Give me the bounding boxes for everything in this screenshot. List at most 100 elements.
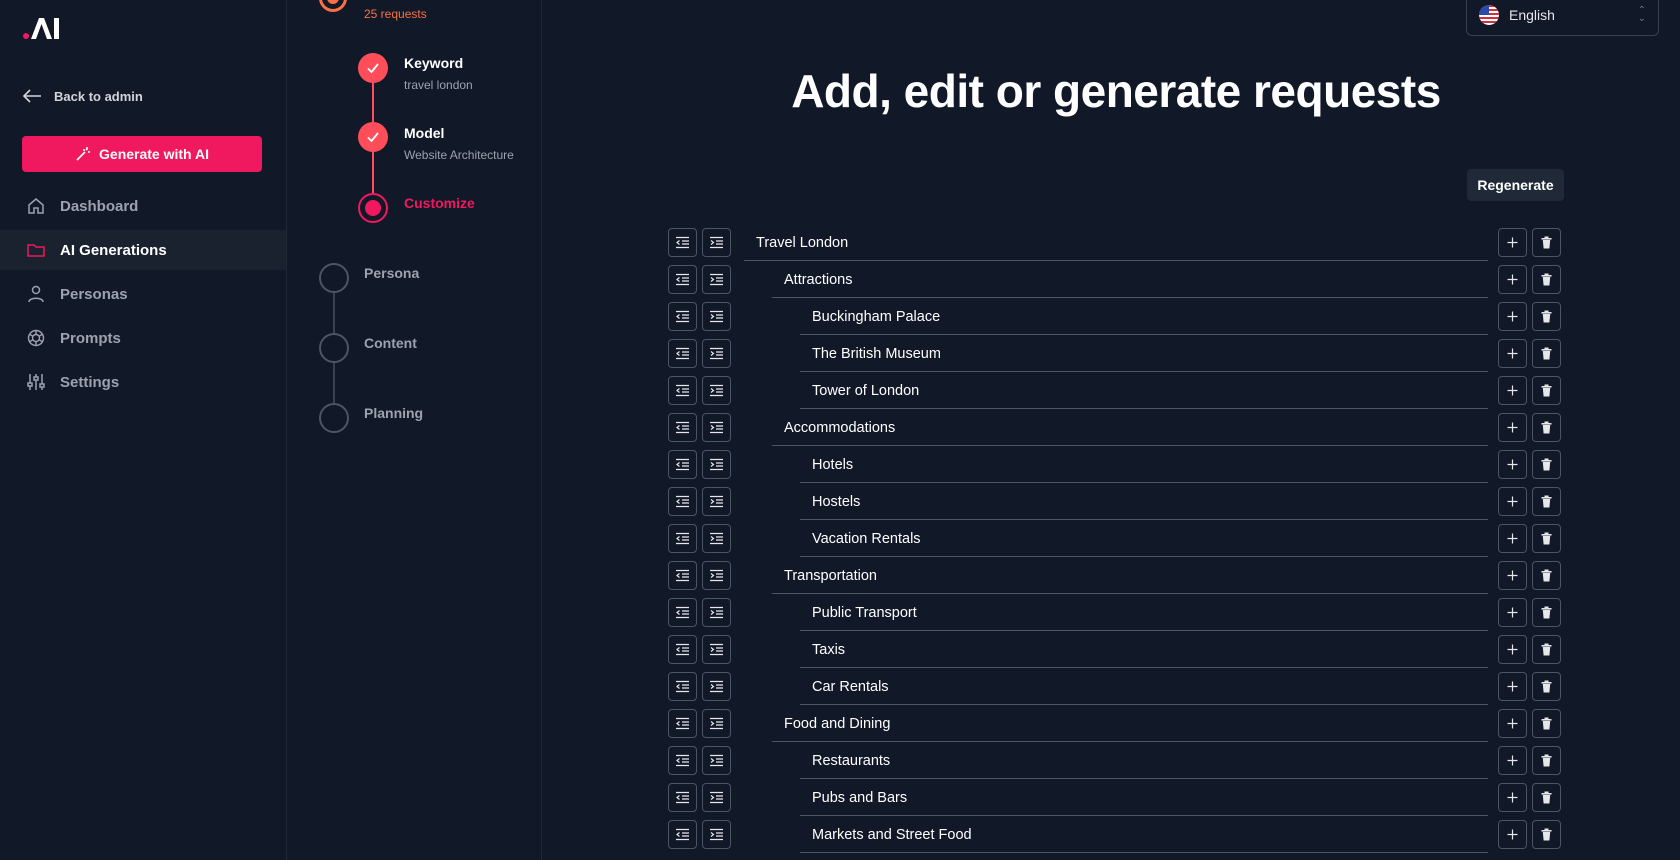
sidebar-item-settings[interactable]: Settings [0, 362, 286, 402]
indent-button[interactable] [702, 561, 731, 590]
indent-button[interactable] [702, 635, 731, 664]
add-child-button[interactable] [1498, 672, 1527, 701]
delete-button[interactable] [1532, 487, 1561, 516]
indent-icon [709, 642, 724, 657]
tree-item-label[interactable]: Attractions [772, 266, 1488, 298]
add-child-button[interactable] [1498, 450, 1527, 479]
delete-button[interactable] [1532, 339, 1561, 368]
add-child-button[interactable] [1498, 598, 1527, 627]
tree-item-label[interactable]: Taxis [800, 636, 1488, 668]
regenerate-button[interactable]: Regenerate [1467, 169, 1564, 201]
outdent-button[interactable] [668, 820, 697, 849]
delete-button[interactable] [1532, 265, 1561, 294]
tree-item-label[interactable]: Markets and Street Food [800, 821, 1488, 853]
indent-button[interactable] [702, 709, 731, 738]
delete-button[interactable] [1532, 376, 1561, 405]
indent-button[interactable] [702, 487, 731, 516]
tree-item-label[interactable]: Public Transport [800, 599, 1488, 631]
indent-button[interactable] [702, 265, 731, 294]
folder-icon [27, 244, 45, 257]
outdent-button[interactable] [668, 783, 697, 812]
indent-button[interactable] [702, 820, 731, 849]
indent-button[interactable] [702, 376, 731, 405]
tree-item-label[interactable]: Tower of London [800, 377, 1488, 409]
tree-item-label[interactable]: Hostels [800, 488, 1488, 520]
outdent-button[interactable] [668, 376, 697, 405]
indent-button[interactable] [702, 524, 731, 553]
delete-button[interactable] [1532, 672, 1561, 701]
indent-button[interactable] [702, 302, 731, 331]
tree-item-label[interactable]: Hotels [800, 451, 1488, 483]
generate-with-ai-button[interactable]: Generate with AI [22, 136, 262, 172]
back-to-admin-link[interactable]: Back to admin [22, 88, 143, 104]
indent-button[interactable] [702, 746, 731, 775]
delete-button[interactable] [1532, 302, 1561, 331]
tree-row: Hostels [668, 487, 1568, 524]
outdent-button[interactable] [668, 265, 697, 294]
delete-button[interactable] [1532, 709, 1561, 738]
outdent-button[interactable] [668, 524, 697, 553]
sidebar-item-personas[interactable]: Personas [0, 274, 286, 314]
tree-item-label[interactable]: Food and Dining [772, 710, 1488, 742]
add-child-button[interactable] [1498, 302, 1527, 331]
add-child-button[interactable] [1498, 561, 1527, 590]
sidebar-item-dashboard[interactable]: Dashboard [0, 186, 286, 226]
delete-button[interactable] [1532, 598, 1561, 627]
sidebar-item-ai-generations[interactable]: AI Generations [0, 230, 286, 270]
delete-button[interactable] [1532, 450, 1561, 479]
outdent-button[interactable] [668, 339, 697, 368]
add-child-button[interactable] [1498, 783, 1527, 812]
indent-button[interactable] [702, 598, 731, 627]
add-child-button[interactable] [1498, 413, 1527, 442]
tree-item-label[interactable]: Transportation [772, 562, 1488, 594]
add-child-button[interactable] [1498, 487, 1527, 516]
delete-button[interactable] [1532, 635, 1561, 664]
indent-button[interactable] [702, 228, 731, 257]
outdent-button[interactable] [668, 228, 697, 257]
tree-item-label[interactable]: Car Rentals [800, 673, 1488, 705]
tree-item-label[interactable]: Pubs and Bars [800, 784, 1488, 816]
outdent-button[interactable] [668, 561, 697, 590]
add-child-button[interactable] [1498, 709, 1527, 738]
tree-item-label[interactable]: Vacation Rentals [800, 525, 1488, 557]
indent-button[interactable] [702, 783, 731, 812]
tree-item-label[interactable]: Buckingham Palace [800, 303, 1488, 335]
delete-button[interactable] [1532, 524, 1561, 553]
tree-item-label[interactable]: The British Museum [800, 340, 1488, 372]
outdent-button[interactable] [668, 598, 697, 627]
tree-item-label[interactable]: Accommodations [772, 414, 1488, 446]
add-child-button[interactable] [1498, 376, 1527, 405]
app-logo[interactable] [22, 15, 62, 41]
outdent-button[interactable] [668, 450, 697, 479]
delete-button[interactable] [1532, 228, 1561, 257]
indent-button[interactable] [702, 450, 731, 479]
indent-button[interactable] [702, 413, 731, 442]
delete-button[interactable] [1532, 413, 1561, 442]
add-child-button[interactable] [1498, 265, 1527, 294]
outdent-button[interactable] [668, 709, 697, 738]
add-child-button[interactable] [1498, 524, 1527, 553]
outdent-button[interactable] [668, 487, 697, 516]
outdent-button[interactable] [668, 746, 697, 775]
indent-button[interactable] [702, 339, 731, 368]
delete-button[interactable] [1532, 820, 1561, 849]
add-child-button[interactable] [1498, 635, 1527, 664]
outdent-button[interactable] [668, 413, 697, 442]
add-child-button[interactable] [1498, 746, 1527, 775]
tree-item-label[interactable]: Travel London [744, 229, 1488, 261]
outdent-button[interactable] [668, 672, 697, 701]
plus-icon [1505, 531, 1520, 546]
indent-button[interactable] [702, 672, 731, 701]
outdent-button[interactable] [668, 635, 697, 664]
language-select[interactable]: English ⌃ ⌄ [1466, 0, 1659, 36]
tree-item-label[interactable]: Restaurants [800, 747, 1488, 779]
add-child-button[interactable] [1498, 820, 1527, 849]
delete-button[interactable] [1532, 783, 1561, 812]
delete-button[interactable] [1532, 746, 1561, 775]
step-keyword-indicator [358, 53, 388, 83]
delete-button[interactable] [1532, 561, 1561, 590]
add-child-button[interactable] [1498, 339, 1527, 368]
outdent-button[interactable] [668, 302, 697, 331]
add-child-button[interactable] [1498, 228, 1527, 257]
sidebar-item-prompts[interactable]: Prompts [0, 318, 286, 358]
